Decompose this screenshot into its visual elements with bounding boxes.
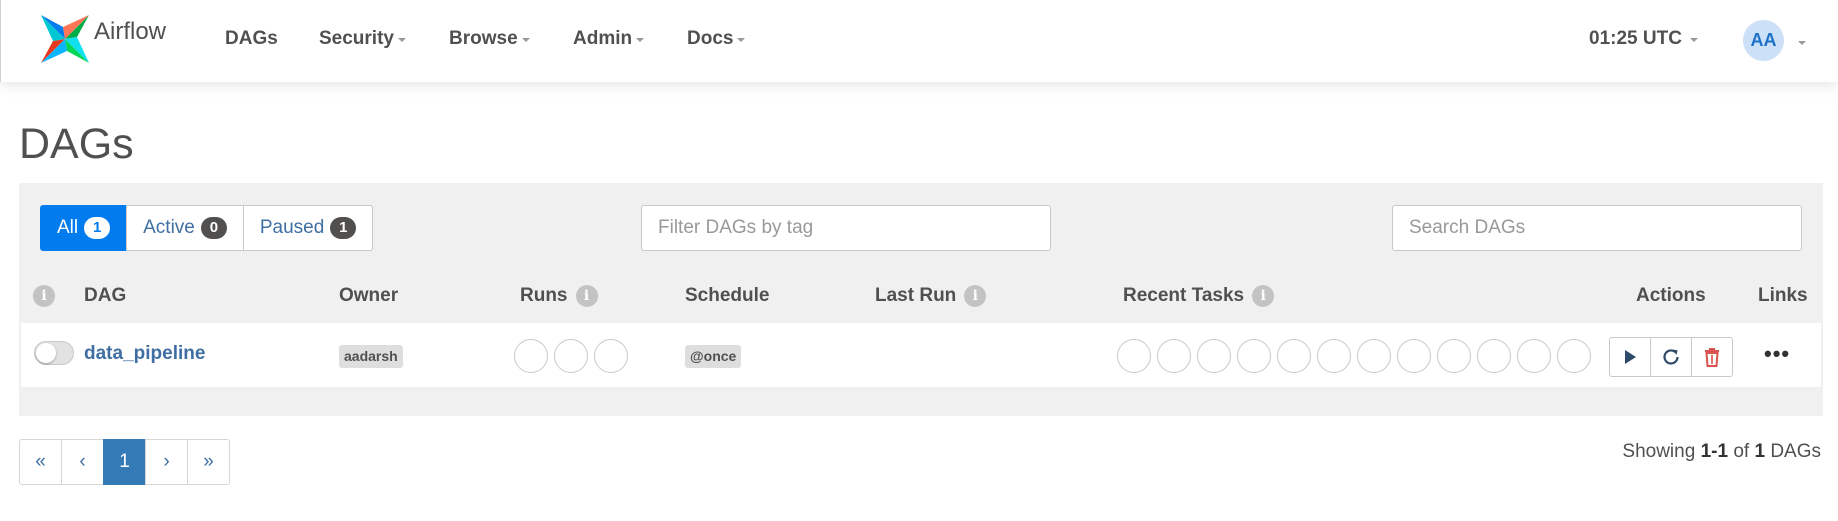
info-icon[interactable]: i <box>33 285 55 307</box>
task-status-circle[interactable] <box>1437 339 1471 373</box>
brand-name: Airflow <box>94 18 167 45</box>
run-status-circle[interactable] <box>514 339 548 373</box>
pause-toggle[interactable] <box>34 341 74 365</box>
task-status-circle[interactable] <box>1557 339 1591 373</box>
column-owner[interactable]: Owner <box>339 285 398 307</box>
column-links: Links <box>1758 285 1808 307</box>
nav-security-label: Security <box>319 28 394 49</box>
filter-all-button[interactable]: All 1 <box>40 205 128 251</box>
nav-browse-label: Browse <box>449 28 518 49</box>
schedule-badge[interactable]: @once <box>685 345 742 368</box>
run-status-circle[interactable] <box>594 339 628 373</box>
chevron-down-icon <box>1689 38 1698 42</box>
task-status-circle[interactable] <box>1357 339 1391 373</box>
column-schedule: Schedule <box>685 285 769 307</box>
run-status-circle[interactable] <box>554 339 588 373</box>
current-time: 01:25 UTC <box>1589 28 1682 49</box>
task-status-circle[interactable] <box>1117 339 1151 373</box>
showing-summary: Showing 1-1 of 1 DAGs <box>1622 441 1821 463</box>
chevron-down-icon <box>397 38 406 42</box>
info-icon[interactable]: i <box>964 285 987 307</box>
info-icon[interactable]: i <box>575 285 598 307</box>
column-links-label: Links <box>1758 285 1808 306</box>
info-icon[interactable]: i <box>1252 285 1275 307</box>
column-recent-tasks: Recent Tasks i <box>1123 285 1275 307</box>
column-last-run-label: Last Run <box>875 285 957 306</box>
nav-dags-label: DAGs <box>225 28 278 49</box>
nav-security-menu[interactable]: Security <box>319 28 406 50</box>
brand-logo-link[interactable]: Airflow <box>39 12 166 66</box>
chevron-down-icon[interactable] <box>1798 41 1806 45</box>
showing-total: 1 <box>1754 441 1766 462</box>
filter-all-label: All <box>57 217 79 238</box>
filter-active-label: Active <box>143 217 195 238</box>
task-status-circle[interactable] <box>1197 339 1231 373</box>
column-recent-tasks-label: Recent Tasks <box>1123 285 1245 306</box>
filter-paused-count: 1 <box>330 217 357 239</box>
nav-admin-menu[interactable]: Admin <box>573 28 645 50</box>
filter-paused-button[interactable]: Paused 1 <box>242 205 374 251</box>
pagination: « ‹ 1 › » <box>19 439 230 485</box>
nav-admin-label: Admin <box>573 28 633 49</box>
showing-of: of <box>1733 441 1750 462</box>
filter-paused-label: Paused <box>259 217 325 238</box>
nav-docs-menu[interactable]: Docs <box>687 28 746 50</box>
filter-all-count: 1 <box>84 217 111 239</box>
first-page-button[interactable]: « <box>19 439 62 485</box>
toggle-column-header: i <box>33 285 55 307</box>
trigger-dag-button[interactable] <box>1609 337 1651 377</box>
showing-prefix: Showing <box>1622 441 1696 462</box>
status-filter-group: All 1 Active 0 Paused 1 <box>40 205 374 251</box>
column-runs-label: Runs <box>520 285 568 306</box>
trash-icon <box>1705 348 1719 367</box>
chevron-down-icon <box>521 38 530 42</box>
refresh-icon <box>1663 349 1679 365</box>
user-avatar[interactable]: AA <box>1743 20 1784 61</box>
column-dag-label: DAG <box>84 285 127 306</box>
task-status-circle[interactable] <box>1277 339 1311 373</box>
showing-range: 1-1 <box>1700 441 1729 462</box>
refresh-dag-button[interactable] <box>1650 337 1692 377</box>
table-row: data_pipeline aadarsh @once ••• <box>21 323 1821 387</box>
task-status-circle[interactable] <box>1517 339 1551 373</box>
airflow-pinwheel-icon <box>41 15 89 63</box>
task-status-circle[interactable] <box>1397 339 1431 373</box>
column-schedule-label: Schedule <box>685 285 770 306</box>
play-icon <box>1625 350 1636 364</box>
task-status-circle[interactable] <box>1237 339 1271 373</box>
more-links-icon[interactable]: ••• <box>1764 343 1790 365</box>
last-page-button[interactable]: » <box>187 439 230 485</box>
column-actions: Actions <box>1636 285 1706 307</box>
next-page-button[interactable]: › <box>145 439 188 485</box>
owner-badge[interactable]: aadarsh <box>339 345 403 368</box>
nav-dags[interactable]: DAGs <box>225 28 278 50</box>
page-title: DAGs <box>19 120 134 168</box>
chevron-down-icon <box>636 38 645 42</box>
column-runs: Runs i <box>520 285 598 307</box>
delete-dag-button[interactable] <box>1691 337 1733 377</box>
filter-active-count: 0 <box>200 217 227 239</box>
column-actions-label: Actions <box>1636 285 1706 306</box>
showing-suffix: DAGs <box>1770 441 1821 462</box>
task-status-circle[interactable] <box>1317 339 1351 373</box>
filter-active-button[interactable]: Active 0 <box>126 205 244 251</box>
user-initials: AA <box>1750 30 1777 50</box>
column-owner-label: Owner <box>339 285 399 306</box>
dags-panel: All 1 Active 0 Paused 1 i DAG Owner Runs… <box>19 183 1823 416</box>
column-dag[interactable]: DAG <box>84 285 126 307</box>
task-status-circle[interactable] <box>1157 339 1191 373</box>
previous-page-button[interactable]: ‹ <box>61 439 104 485</box>
nav-docs-label: Docs <box>687 28 734 49</box>
top-navbar: Airflow DAGs Security Browse Admin Docs … <box>0 0 1838 82</box>
column-last-run: Last Run i <box>875 285 987 307</box>
current-page-button[interactable]: 1 <box>103 439 146 485</box>
chevron-down-icon <box>737 38 746 42</box>
timezone-menu[interactable]: 01:25 UTC <box>1589 28 1698 50</box>
nav-browse-menu[interactable]: Browse <box>449 28 530 50</box>
search-dags-input[interactable] <box>1392 205 1802 251</box>
task-status-circle[interactable] <box>1477 339 1511 373</box>
dag-id-link[interactable]: data_pipeline <box>84 343 205 365</box>
tag-filter-input[interactable] <box>641 205 1051 251</box>
